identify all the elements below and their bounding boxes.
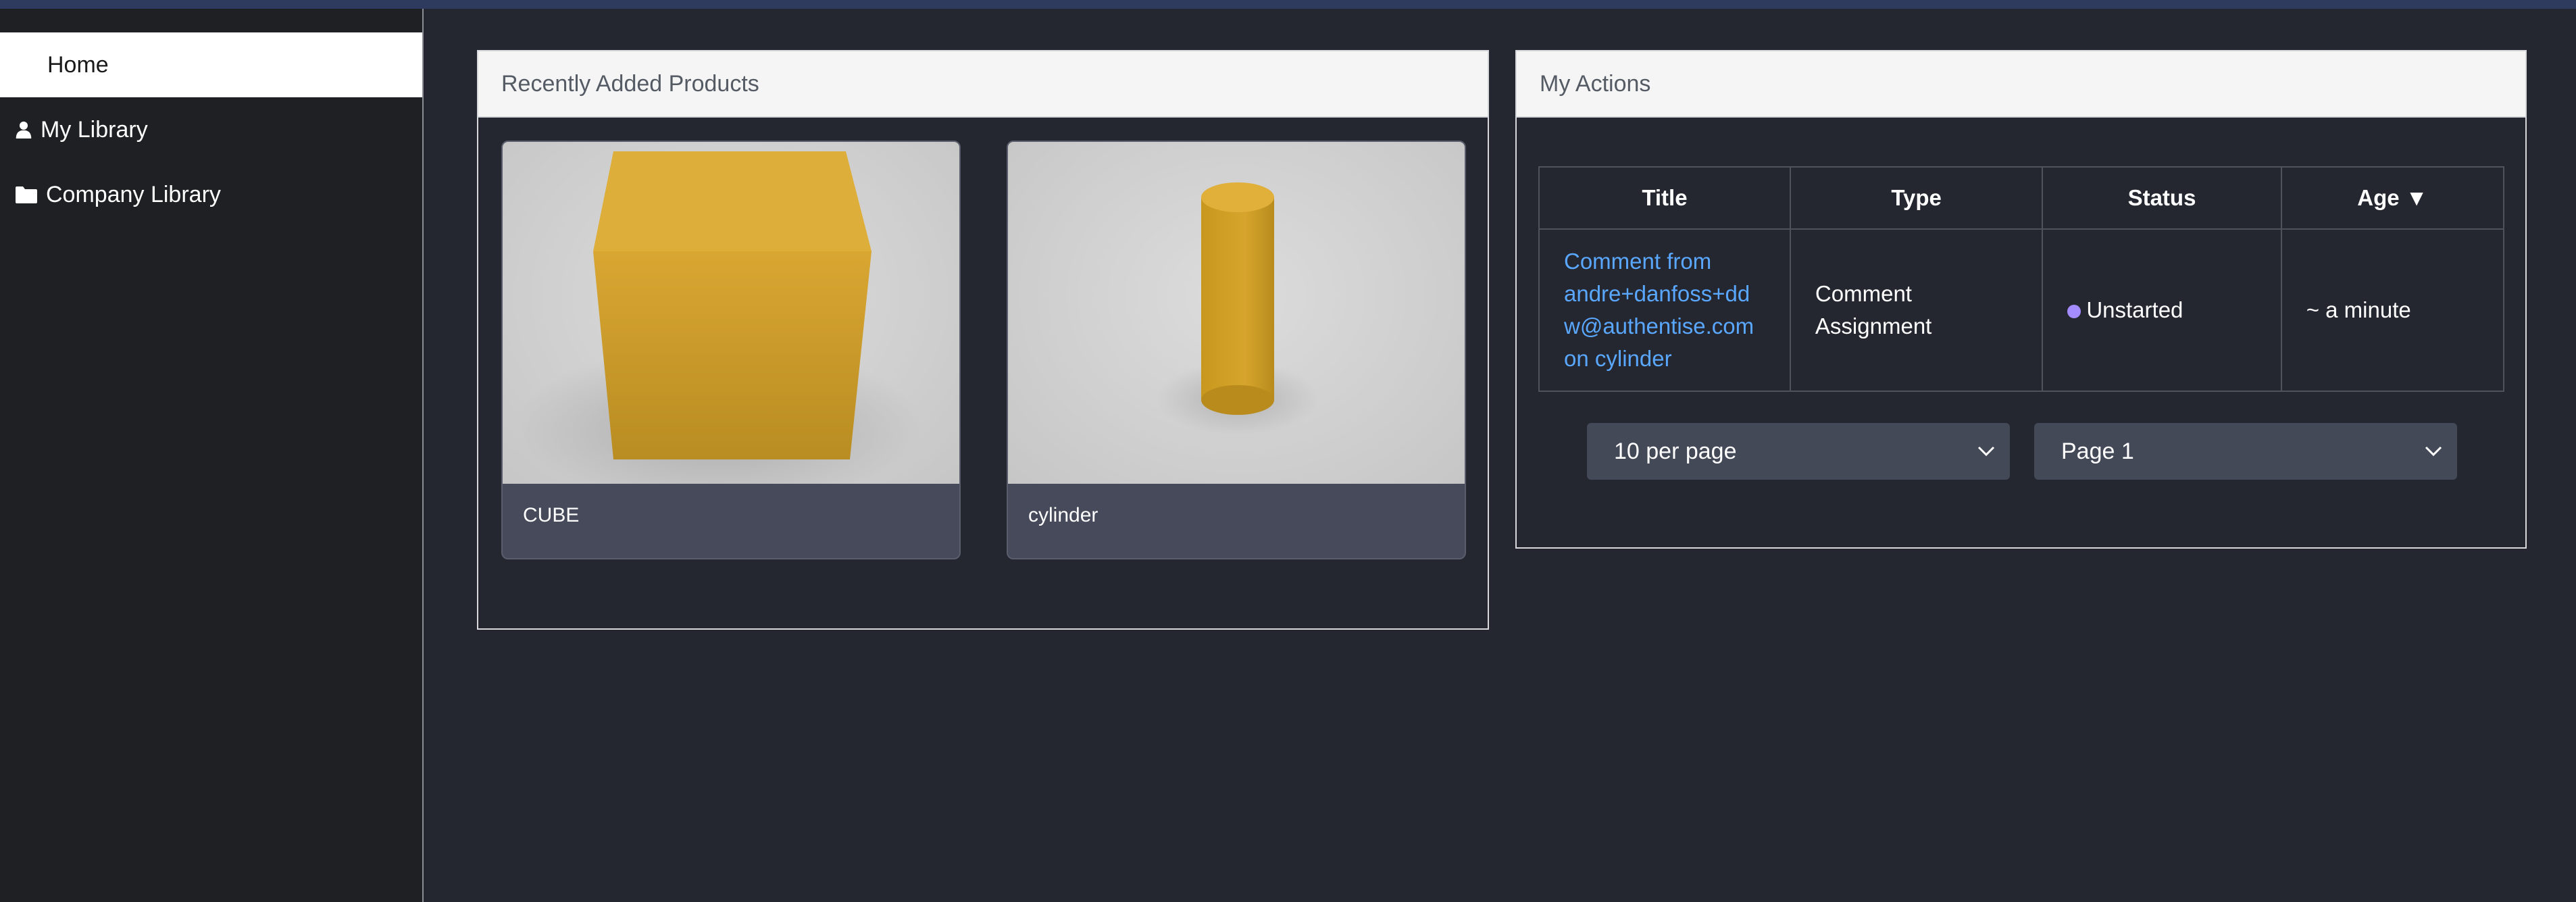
action-status: Unstarted [2042,228,2282,392]
action-type: Comment Assignment [1789,228,2044,392]
sidebar-item-label: Home [47,51,109,78]
folder-icon [16,186,37,203]
sidebar-item-label: Company Library [46,181,221,207]
cylinder-icon [1157,182,1319,436]
action-title-line: on cylinder [1564,346,1672,371]
product-card-cylinder[interactable]: cylinder [1007,141,1466,559]
action-age: ~ a minute [2280,228,2505,392]
status-label: Unstarted [2086,297,2183,322]
user-icon [16,121,32,139]
recent-products-title: Recently Added Products [478,51,1488,118]
chevron-down-icon [1977,446,1995,457]
my-actions-title: My Actions [1517,51,2525,118]
action-type-line: Assignment [1815,314,1932,339]
product-thumbnail [1008,142,1465,484]
actions-table: Title Type Status Age ▼ Comment from and… [1538,166,2505,392]
cube-icon [516,151,921,507]
page-select[interactable]: Page 1 [2034,423,2457,480]
product-name: CUBE [523,504,580,526]
recent-products-panel: Recently Added Products CUBE cylinder [477,50,1489,630]
column-header-type[interactable]: Type [1789,166,2044,230]
sidebar: Home My Library Company Library [0,9,424,902]
action-title-link[interactable]: Comment from andre+danfoss+dd w@authenti… [1538,228,1791,392]
top-bar [0,0,2576,9]
column-header-title[interactable]: Title [1538,166,1791,230]
action-title-line: Comment from [1564,249,1712,274]
status-dot-icon [2067,305,2081,319]
sidebar-item-label: My Library [41,116,148,143]
page-value: Page 1 [2061,438,2134,464]
column-header-age[interactable]: Age ▼ [2280,166,2505,230]
action-title-line: andre+danfoss+dd [1564,281,1750,306]
product-thumbnail [503,142,959,507]
sidebar-item-my-library[interactable]: My Library [0,97,422,162]
sidebar-item-home[interactable]: Home [0,32,422,97]
table-header-row: Title Type Status Age ▼ [1538,166,2505,230]
product-card-cube[interactable]: CUBE [501,141,961,559]
my-actions-panel: My Actions Title Type Status Age ▼ Comme… [1515,50,2527,549]
table-row: Comment from andre+danfoss+dd w@authenti… [1538,228,2505,392]
per-page-value: 10 per page [1614,438,1737,464]
action-title-line: w@authentise.com [1564,314,1754,339]
action-type-line: Comment [1815,281,1912,306]
per-page-select[interactable]: 10 per page [1587,423,2010,480]
column-header-status[interactable]: Status [2042,166,2282,230]
product-name: cylinder [1028,504,1098,526]
sidebar-item-company-library[interactable]: Company Library [0,162,422,227]
chevron-down-icon [2425,446,2442,457]
